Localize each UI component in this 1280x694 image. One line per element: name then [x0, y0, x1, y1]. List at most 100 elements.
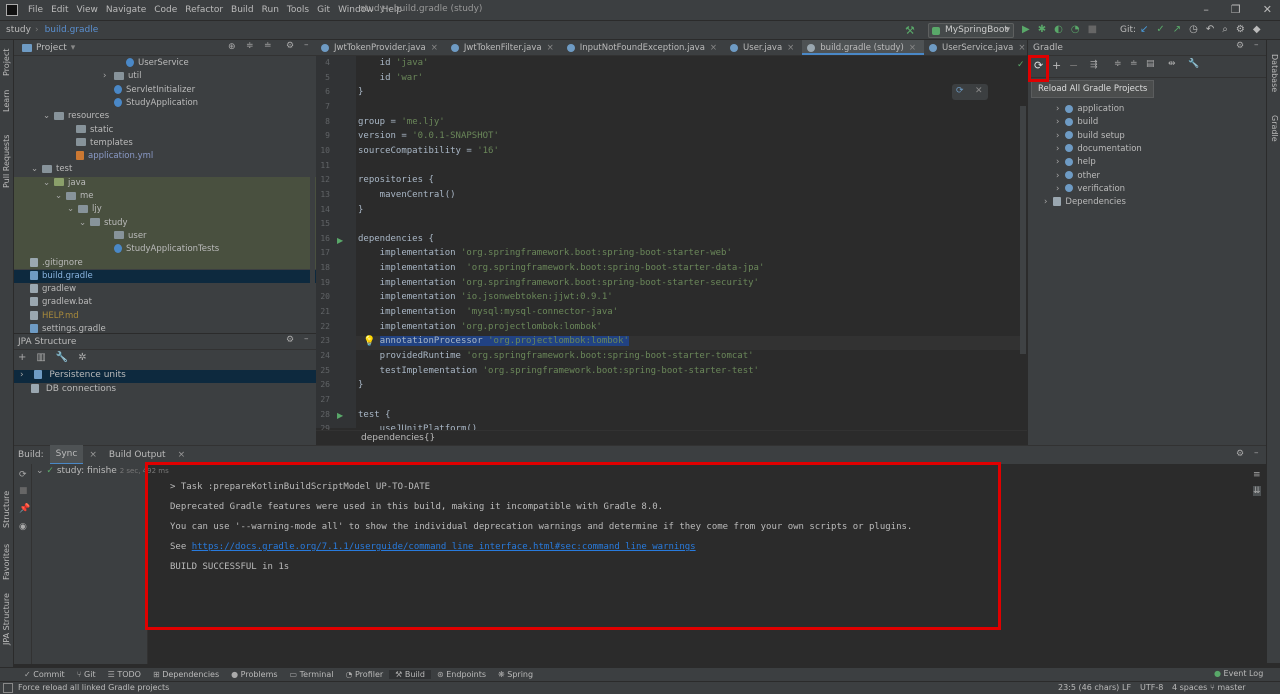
remove-icon[interactable]: −: [1069, 59, 1078, 72]
favorites-tool-button[interactable]: Favorites: [2, 544, 11, 580]
editor-tab[interactable]: UserService.java ×: [924, 40, 1033, 55]
history-icon[interactable]: ◷: [1189, 24, 1198, 35]
hide-icon[interactable]: –: [304, 334, 309, 344]
editor-tab[interactable]: User.java ×: [725, 40, 802, 55]
maximize-icon[interactable]: ❐: [1231, 3, 1241, 16]
close-tab-icon[interactable]: ×: [710, 43, 717, 53]
bottom-tool-endpoints[interactable]: ⊛ Endpoints: [431, 670, 492, 679]
jpa-structure-tool-button[interactable]: JPA Structure: [2, 593, 11, 645]
chevron-icon[interactable]: ⌄: [67, 203, 74, 216]
cursor-position[interactable]: 23:5 (46 chars): [1058, 683, 1119, 692]
rollback-icon[interactable]: ↶: [1206, 24, 1214, 35]
tree-item[interactable]: templates: [76, 137, 133, 150]
file-encoding[interactable]: UTF-8: [1140, 683, 1163, 692]
pull-requests-tool-button[interactable]: Pull Requests: [2, 135, 11, 188]
stop-icon[interactable]: ■: [1088, 24, 1097, 35]
group-modules-icon[interactable]: ▤: [1146, 59, 1155, 69]
tool-windows-icon[interactable]: [3, 683, 13, 693]
jpa-settings-icon[interactable]: ✲: [78, 352, 86, 363]
menu-run[interactable]: Run: [258, 5, 283, 15]
hide-icon[interactable]: –: [304, 40, 309, 50]
gradle-task-group[interactable]: › help: [1056, 157, 1096, 167]
tree-item[interactable]: ⌄ java: [43, 177, 86, 190]
menu-tools[interactable]: Tools: [283, 5, 313, 15]
code-line[interactable]: group = 'me.ljy': [358, 117, 445, 127]
hide-icon[interactable]: –: [1254, 448, 1259, 458]
bottom-tool-dependencies[interactable]: ⊞ Dependencies: [147, 670, 225, 679]
run-icon[interactable]: ▶: [1022, 24, 1030, 35]
chevron-icon[interactable]: ⌄: [31, 163, 38, 176]
code-line[interactable]: implementation 'mysql:mysql-connector-ja…: [358, 307, 618, 317]
collapse-all-icon[interactable]: ≐: [1130, 59, 1138, 69]
code-line[interactable]: testImplementation 'org.springframework.…: [358, 366, 759, 376]
tree-item[interactable]: ⌄ test: [31, 163, 72, 176]
tree-item[interactable]: build.gradle: [30, 270, 93, 283]
add-icon[interactable]: +: [1052, 59, 1061, 72]
bottom-tool-terminal[interactable]: ▭ Terminal: [284, 670, 340, 679]
hide-icon[interactable]: –: [1254, 40, 1259, 50]
gradle-tool-button[interactable]: Gradle: [1270, 115, 1279, 142]
dependencies-icon[interactable]: ⇹: [1168, 59, 1176, 69]
locate-icon[interactable]: ⊕: [228, 42, 236, 52]
tree-item[interactable]: StudyApplicationTests: [114, 243, 219, 256]
code-line[interactable]: }: [358, 380, 363, 390]
tree-item[interactable]: static: [76, 124, 113, 137]
breadcrumb-file[interactable]: build.gradle: [39, 25, 103, 35]
columns-icon[interactable]: ▥: [36, 352, 45, 363]
minimize-icon[interactable]: –: [1203, 3, 1209, 16]
collapse-all-icon[interactable]: ≐: [264, 41, 272, 51]
menu-refactor[interactable]: Refactor: [181, 5, 227, 15]
menu-git[interactable]: Git: [313, 5, 334, 15]
code-line[interactable]: annotationProcessor 'org.projectlombok:l…: [358, 336, 629, 347]
git-push-icon[interactable]: ↗: [1173, 24, 1181, 35]
gradle-load-popup[interactable]: ⟳ ✕: [952, 84, 988, 100]
editor-scrollbar[interactable]: [1020, 106, 1026, 354]
code-line[interactable]: }: [358, 205, 363, 215]
tab-sync[interactable]: Sync: [49, 445, 84, 465]
tree-item-dependencies[interactable]: › Dependencies: [1044, 197, 1126, 207]
add-icon[interactable]: +: [18, 352, 26, 363]
code-line[interactable]: implementation 'org.springframework.boot…: [358, 248, 732, 258]
editor-tab[interactable]: InputNotFoundException.java ×: [562, 40, 725, 55]
tree-item[interactable]: gradlew.bat: [30, 296, 92, 309]
chevron-icon[interactable]: ⌄: [43, 110, 50, 123]
structure-tool-button[interactable]: Structure: [2, 491, 11, 528]
search-icon[interactable]: ⌕: [1222, 24, 1228, 35]
tree-item[interactable]: ⌄ resources: [43, 110, 109, 123]
tree-item[interactable]: gradlew: [30, 283, 76, 296]
tree-item[interactable]: HELP.md: [30, 310, 79, 323]
gradle-elephant-icon[interactable]: ⟳: [956, 86, 964, 96]
tree-item[interactable]: StudyApplication: [114, 97, 198, 110]
bottom-tool-commit[interactable]: ✓ Commit: [18, 670, 71, 679]
editor-breadcrumb[interactable]: dependencies{}: [361, 433, 435, 443]
editor-tab[interactable]: build.gradle (study) ×: [802, 40, 925, 55]
tree-item[interactable]: user: [114, 230, 147, 243]
execute-task-icon[interactable]: ⇶: [1090, 60, 1098, 70]
settings-gear-icon[interactable]: ⚙: [1236, 449, 1244, 459]
ide-logo-icon[interactable]: ◆: [1253, 24, 1261, 35]
hammer-icon[interactable]: ⚒: [905, 24, 915, 37]
gradle-task-group[interactable]: › application: [1056, 104, 1124, 114]
git-branch[interactable]: ⑂ master: [1210, 683, 1246, 692]
project-tool-button[interactable]: Project: [2, 49, 11, 76]
settings-gear-icon[interactable]: ⚙: [286, 41, 294, 51]
code-line[interactable]: id 'war': [358, 73, 423, 83]
scrollbar[interactable]: [310, 56, 315, 333]
tree-item[interactable]: .gitignore: [30, 257, 83, 270]
menu-navigate[interactable]: Navigate: [102, 5, 150, 15]
scroll-to-end-icon[interactable]: ⇊: [1253, 486, 1261, 496]
bottom-tool-problems[interactable]: ● Problems: [225, 670, 283, 679]
code-line[interactable]: implementation 'org.projectlombok:lombok…: [358, 322, 602, 332]
tree-item[interactable]: ServletInitializer: [114, 84, 195, 97]
breadcrumb-project[interactable]: study: [0, 25, 35, 35]
settings-gear-icon[interactable]: ⚙: [1236, 24, 1245, 35]
tree-item[interactable]: application.yml: [76, 150, 153, 163]
gradle-task-group[interactable]: › verification: [1056, 184, 1125, 194]
code-line[interactable]: version = '0.0.1-SNAPSHOT': [358, 131, 499, 141]
gradle-task-group[interactable]: › documentation: [1056, 144, 1142, 154]
settings-gear-icon[interactable]: ⚙: [1236, 41, 1244, 51]
code-line[interactable]: dependencies {: [358, 234, 434, 244]
tree-item[interactable]: › util: [103, 70, 141, 83]
wrench-icon[interactable]: 🔧: [56, 352, 68, 363]
gradle-task-group[interactable]: › build: [1056, 117, 1098, 127]
